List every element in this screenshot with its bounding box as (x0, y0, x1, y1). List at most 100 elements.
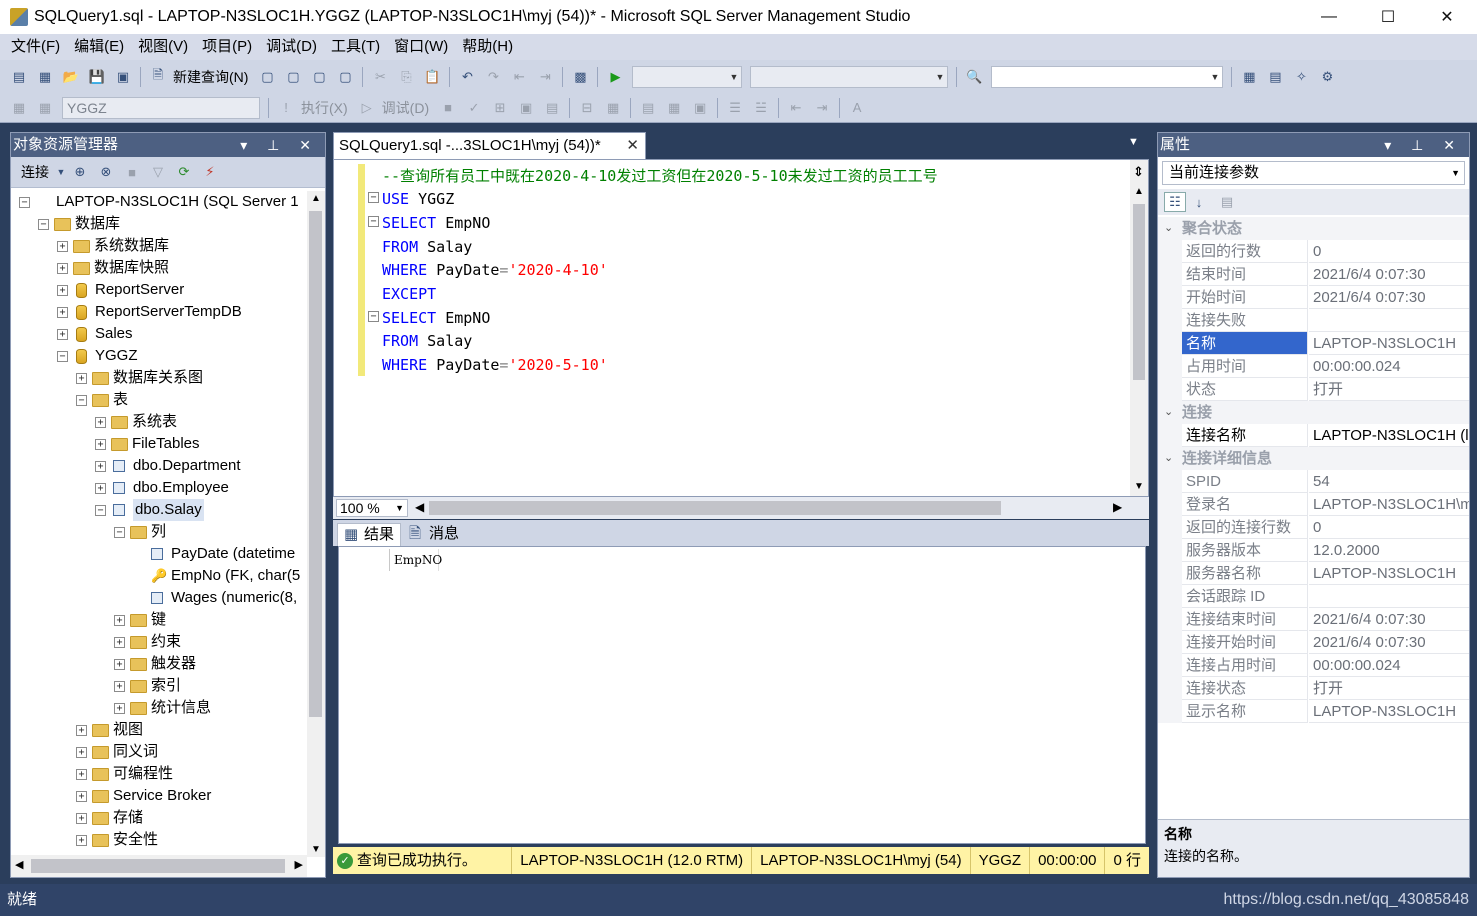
property-pages-icon[interactable]: ▤ (1216, 192, 1238, 212)
tree-node[interactable]: + 同义词 (76, 741, 158, 763)
property-category[interactable]: ⌄ 聚合状态 (1158, 217, 1469, 240)
categorized-icon[interactable]: ☷ (1164, 192, 1186, 212)
parse-icon[interactable]: ✓ (463, 98, 485, 118)
property-row[interactable]: 返回的行数 0 (1158, 240, 1469, 263)
close-tab-icon[interactable]: ✕ (626, 133, 639, 159)
tab-results[interactable]: ▦ 结果 (337, 523, 401, 546)
property-row[interactable]: 登录名 LAPTOP-N3SLOC1H\m (1158, 493, 1469, 516)
minimize-button[interactable]: — (1300, 0, 1358, 34)
tree-node[interactable]: + 键 (114, 609, 166, 631)
estimated-plan-icon[interactable]: ⊞ (489, 98, 511, 118)
tree-node[interactable]: 🔑 EmpNo (FK, char(5 (133, 565, 300, 587)
cut-icon[interactable]: ✂ (369, 67, 391, 87)
save-all-icon[interactable]: ▣ (112, 67, 134, 87)
results-file-icon[interactable]: ▣ (689, 98, 711, 118)
specify-values-icon[interactable]: A (846, 98, 868, 118)
property-row[interactable]: 连接名称 LAPTOP-N3SLOC1H (l (1158, 424, 1469, 447)
scroll-up-icon[interactable]: ▲ (311, 193, 321, 204)
uncomment-icon[interactable]: ☱ (750, 98, 772, 118)
tree-node[interactable]: PayDate (datetime (133, 543, 295, 565)
collapse-icon[interactable]: − (368, 216, 379, 227)
properties-window-icon[interactable]: ▤ (1264, 67, 1286, 87)
xmla-query-icon[interactable]: ▢ (334, 67, 356, 87)
tree-node[interactable]: − 列 (114, 521, 166, 543)
property-row[interactable]: 名称 LAPTOP-N3SLOC1H (1158, 332, 1469, 355)
find-in-files-icon[interactable]: 🔍 (963, 67, 985, 87)
tree-node[interactable]: + 数据库快照 (57, 257, 169, 279)
tree-node[interactable]: + 约束 (114, 631, 181, 653)
expand-icon[interactable]: + (95, 482, 106, 494)
undo-icon[interactable]: ↶ (456, 67, 478, 87)
toolbox-icon[interactable]: ✧ (1290, 67, 1312, 87)
new-query-button[interactable]: 新建查询(N) (173, 67, 248, 87)
tree-node[interactable]: + Service Broker (76, 785, 211, 807)
solution-config-combo[interactable]: ▼ (632, 65, 743, 88)
column-header-empno[interactable]: EmpNO (389, 549, 442, 571)
editor-vscrollbar[interactable]: ⇕ ▲ ▼ (1130, 160, 1148, 496)
pin-icon[interactable]: ▾ ⊥ ✕ (1384, 133, 1463, 157)
menu-view[interactable]: 视图(V) (131, 34, 195, 60)
tree-node[interactable]: − 数据库 (38, 213, 120, 235)
increase-indent-icon[interactable]: ⇥ (811, 98, 833, 118)
tree-node[interactable]: + 数据库关系图 (76, 367, 203, 389)
expand-icon[interactable]: + (76, 790, 87, 802)
property-row[interactable]: 服务器名称 LAPTOP-N3SLOC1H (1158, 562, 1469, 585)
options-icon[interactable]: ⚙ (1316, 67, 1338, 87)
expand-icon[interactable]: + (114, 702, 125, 714)
object-selector-combo[interactable]: 当前连接参数 ▼ (1162, 161, 1465, 185)
property-row[interactable]: 服务器版本 12.0.2000 (1158, 539, 1469, 562)
expand-icon[interactable]: + (95, 438, 106, 450)
collapse-icon[interactable]: − (368, 192, 379, 203)
debug-button[interactable]: 调试(D) (382, 98, 429, 118)
results-grid[interactable]: EmpNO (338, 546, 1146, 844)
query-editor[interactable]: --查询所有员工中既在2020-4-10发过工资但在2020-5-10未发过工资… (333, 159, 1149, 497)
property-row[interactable]: 开始时间 2021/6/4 0:07:30 (1158, 286, 1469, 309)
scroll-left-icon[interactable]: ◀ (15, 858, 23, 871)
menu-help[interactable]: 帮助(H) (455, 34, 520, 60)
expand-icon[interactable]: + (95, 416, 106, 428)
client-statistics-icon[interactable]: ▦ (602, 98, 624, 118)
property-category[interactable]: ⌄ 连接 (1158, 401, 1469, 424)
tree-node[interactable]: + ReportServerTempDB (57, 301, 242, 323)
collapse-icon[interactable]: − (76, 394, 87, 406)
available-databases-combo[interactable]: YGGZ (62, 96, 260, 119)
expand-icon[interactable]: + (57, 240, 68, 252)
analysis-query-icon[interactable]: ▢ (282, 67, 304, 87)
save-icon[interactable]: 💾 (86, 67, 108, 87)
expand-icon[interactable]: + (57, 262, 68, 274)
property-row[interactable]: 连接状态 打开 (1158, 677, 1469, 700)
stop-icon[interactable]: ■ (121, 162, 143, 182)
tab-sqlquery1[interactable]: SQLQuery1.sql -...3SLOC1H\myj (54))* ✕ (333, 132, 646, 159)
expand-icon[interactable]: + (76, 812, 87, 824)
expand-icon[interactable]: + (57, 306, 68, 318)
tree-node[interactable]: − YGGZ (57, 345, 138, 367)
tree-node[interactable]: + 触发器 (114, 653, 196, 675)
new-project-icon[interactable]: ▤ (8, 67, 30, 87)
tree-node[interactable]: Wages (numeric(8, (133, 587, 297, 609)
menu-debug[interactable]: 调试(D) (259, 34, 324, 60)
scroll-thumb[interactable] (309, 211, 322, 717)
chevron-down-icon[interactable]: ⌄ (1164, 447, 1173, 470)
tree-node[interactable]: + dbo.Department (95, 455, 241, 477)
scroll-down-icon[interactable]: ▼ (1134, 481, 1144, 492)
copy-icon[interactable]: ⎘ (395, 67, 417, 87)
refresh-icon[interactable]: ⟳ (173, 162, 195, 182)
close-button[interactable]: ✕ (1418, 0, 1476, 34)
expand-icon[interactable]: + (76, 768, 87, 780)
property-row[interactable]: 连接结束时间 2021/6/4 0:07:30 (1158, 608, 1469, 631)
scroll-down-icon[interactable]: ▼ (311, 844, 321, 855)
pin-icon[interactable]: ▾ ⊥ ✕ (240, 133, 319, 157)
tree-node[interactable]: + 系统数据库 (57, 235, 169, 257)
property-row[interactable]: 返回的连接行数 0 (1158, 516, 1469, 539)
chevron-down-icon[interactable]: ⌄ (1164, 401, 1173, 424)
collapse-icon[interactable]: − (114, 526, 125, 538)
tab-messages[interactable]: 🗎 消息 (403, 523, 463, 546)
tree-node[interactable]: + ReportServer (57, 279, 184, 301)
expand-icon[interactable]: + (114, 614, 125, 626)
menu-window[interactable]: 窗口(W) (387, 34, 455, 60)
property-row[interactable]: 占用时间 00:00:00.024 (1158, 355, 1469, 378)
property-row[interactable]: 连接开始时间 2021/6/4 0:07:30 (1158, 631, 1469, 654)
scroll-right-icon[interactable]: ▶ (1113, 500, 1122, 514)
property-row[interactable]: 状态 打开 (1158, 378, 1469, 401)
tree-node[interactable]: + 统计信息 (114, 697, 211, 719)
